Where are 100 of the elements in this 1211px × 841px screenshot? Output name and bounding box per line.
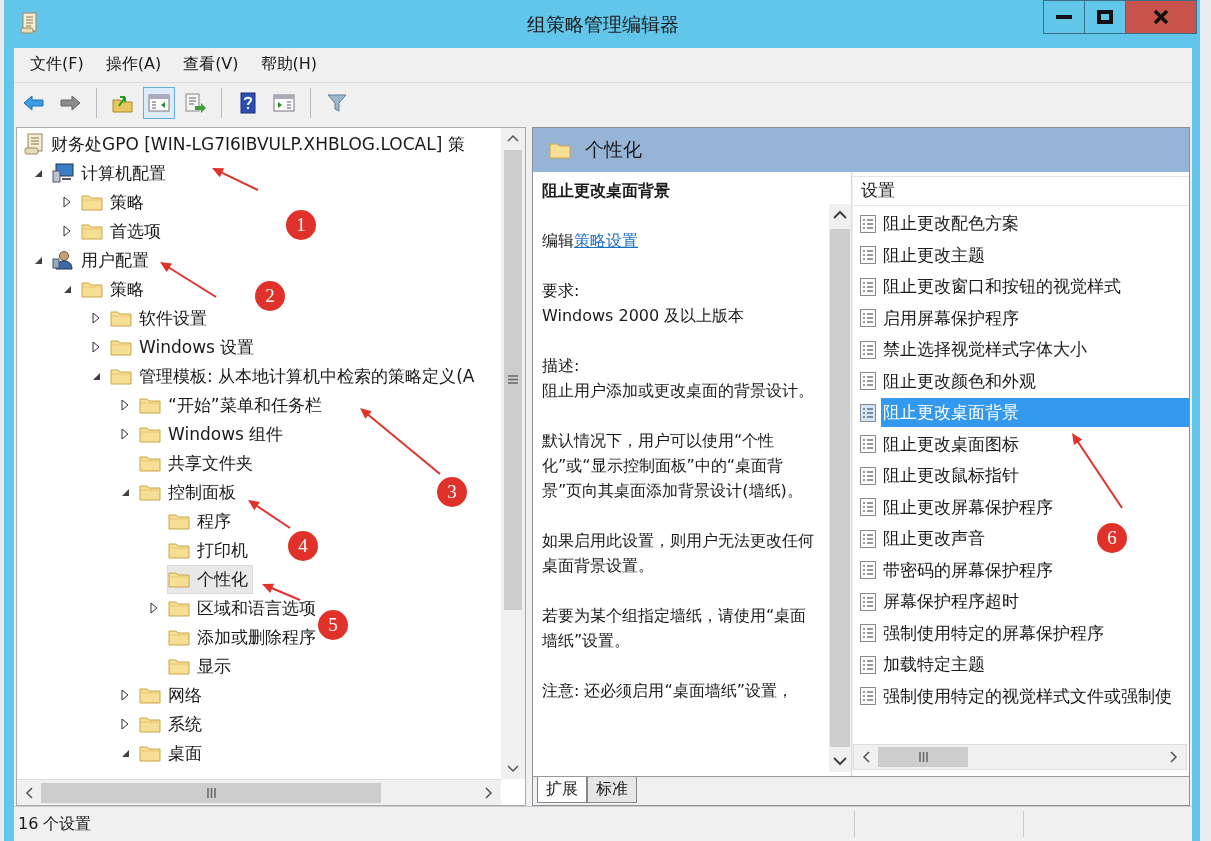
vertical-scrollbar[interactable] xyxy=(829,203,851,773)
maximize-button[interactable] xyxy=(1084,0,1126,34)
setting-item[interactable]: 阻止更改主题 xyxy=(881,240,987,270)
tree-item[interactable]: 系统 xyxy=(138,709,207,739)
expand-triangle-icon[interactable] xyxy=(149,602,159,615)
setting-item[interactable]: 强制使用特定的屏幕保护程序 xyxy=(881,618,1106,648)
tree-item[interactable]: Windows 组件 xyxy=(138,419,289,449)
tree-item[interactable]: 显示 xyxy=(167,651,236,681)
scroll-icon xyxy=(20,12,38,34)
setting-item[interactable]: 阻止更改鼠标指针 xyxy=(881,461,1021,491)
expand-triangle-icon[interactable] xyxy=(120,399,130,412)
description-paragraph: 若要为某个组指定墙纸，请使用“桌面墙纸”设置。 xyxy=(542,604,808,652)
scrollbar-thumb[interactable] xyxy=(878,747,968,768)
action-pane-icon xyxy=(272,91,296,114)
folder-icon xyxy=(81,222,103,241)
horizontal-scrollbar[interactable] xyxy=(17,779,501,806)
scrollbar-thumb[interactable] xyxy=(830,228,850,748)
column-header[interactable]: 设置 xyxy=(853,175,1189,206)
annotation-arrow xyxy=(160,262,217,298)
scrollbar-thumb[interactable] xyxy=(504,149,522,610)
tree-item[interactable]: 策略 xyxy=(80,274,149,304)
setting-icon xyxy=(859,339,877,360)
setting-item[interactable]: 禁止选择视觉样式字体大小 xyxy=(881,335,1089,365)
up-chevron-icon[interactable] xyxy=(833,209,847,219)
close-button[interactable] xyxy=(1125,0,1197,34)
setting-icon xyxy=(859,497,877,518)
setting-item[interactable]: 加载特定主题 xyxy=(881,650,987,680)
panel-title: 个性化 xyxy=(585,136,642,162)
setting-item[interactable]: 屏幕保护程序超时 xyxy=(881,587,1021,617)
setting-item[interactable]: 强制使用特定的视觉样式文件或强制使 xyxy=(881,681,1174,711)
scrollbar-thumb[interactable] xyxy=(41,782,381,803)
setting-item[interactable]: 阻止更改屏幕保护程序 xyxy=(881,492,1055,522)
tree-item[interactable]: 财务处GPO [WIN-LG7I6IBVULP.XHBLOG.LOCAL] 策 xyxy=(23,129,470,159)
expand-triangle-icon[interactable] xyxy=(62,225,72,238)
folder-icon xyxy=(168,512,190,531)
tree-item[interactable]: 网络 xyxy=(138,680,207,710)
expand-triangle-icon[interactable] xyxy=(120,689,130,702)
tree-item[interactable]: 打印机 xyxy=(167,535,253,565)
expand-triangle-icon[interactable] xyxy=(120,718,130,731)
requirements-label: 要求: xyxy=(542,279,581,302)
tree-item[interactable]: 控制面板 xyxy=(138,477,241,507)
vertical-scrollbar[interactable] xyxy=(501,127,525,780)
tree-item[interactable]: 添加或删除程序 xyxy=(167,622,321,652)
right-chevron-icon[interactable] xyxy=(1170,751,1178,764)
folder-icon xyxy=(168,570,190,589)
tree-item[interactable]: 个性化 xyxy=(167,564,253,594)
window-title: 组策略管理编辑器 xyxy=(527,12,679,37)
setting-item[interactable]: 阻止更改桌面图标 xyxy=(881,429,1021,459)
scroll-icon xyxy=(24,133,44,156)
tree-item[interactable]: 用户配置 xyxy=(51,245,154,275)
setting-item[interactable]: 阻止更改窗口和按钮的视觉样式 xyxy=(881,272,1123,302)
folder-icon xyxy=(81,193,103,212)
tree-pane-icon xyxy=(147,91,171,114)
expand-triangle-icon[interactable] xyxy=(120,428,130,441)
setting-icon xyxy=(859,245,877,266)
menu-item[interactable]: 帮助(H) xyxy=(252,52,326,78)
tree-item[interactable]: “开始”菜单和任务栏 xyxy=(138,390,327,420)
menu-item[interactable]: 查看(V) xyxy=(175,52,247,78)
setting-item[interactable]: 阻止更改配色方案 xyxy=(881,209,1021,239)
minimize-button[interactable] xyxy=(1043,0,1085,34)
tree-item[interactable]: 区域和语言选项 xyxy=(167,593,321,623)
right-chevron-icon[interactable] xyxy=(485,786,493,799)
policy-settings-link[interactable]: 策略设置 xyxy=(574,230,638,250)
expand-triangle-icon[interactable] xyxy=(91,341,101,354)
tree-item[interactable]: 策略 xyxy=(80,187,149,217)
horizontal-scrollbar[interactable] xyxy=(853,744,1187,771)
setting-item[interactable]: 带密码的屏幕保护程序 xyxy=(881,555,1055,585)
expand-triangle-icon[interactable] xyxy=(91,312,101,325)
left-chevron-icon[interactable] xyxy=(25,786,33,799)
tree-item[interactable]: 管理模板: 从本地计算机中检索的策略定义(A xyxy=(109,361,480,391)
tree-item[interactable]: 桌面 xyxy=(138,738,207,768)
setting-item[interactable]: 阻止更改颜色和外观 xyxy=(881,366,1038,396)
menu-item[interactable]: 文件(F) xyxy=(22,52,92,78)
setting-icon xyxy=(859,213,877,234)
setting-icon xyxy=(859,654,877,675)
tree-item[interactable]: 软件设置 xyxy=(109,303,212,333)
down-chevron-icon[interactable] xyxy=(507,765,519,774)
tree-item[interactable]: 计算机配置 xyxy=(51,158,171,188)
export-list-icon xyxy=(183,91,207,114)
tree-item[interactable]: 程序 xyxy=(167,506,236,536)
expand-triangle-icon[interactable] xyxy=(62,196,72,209)
left-chevron-icon[interactable] xyxy=(862,751,870,764)
menu-item[interactable]: 操作(A) xyxy=(97,52,170,78)
folder-icon xyxy=(168,657,190,676)
user-icon xyxy=(52,250,74,271)
up-chevron-icon[interactable] xyxy=(507,133,519,142)
tree-item[interactable]: 首选项 xyxy=(80,216,166,246)
grip-icon xyxy=(918,752,928,763)
setting-icon xyxy=(859,276,877,297)
setting-icon xyxy=(859,528,877,549)
setting-icon xyxy=(859,560,877,581)
tree-item[interactable]: Windows 设置 xyxy=(109,332,260,362)
tree-item[interactable]: 共享文件夹 xyxy=(138,448,258,478)
grip-icon xyxy=(508,375,518,385)
setting-item[interactable]: 阻止更改声音 xyxy=(881,524,987,554)
folder-icon xyxy=(139,454,161,473)
setting-item[interactable]: 启用屏幕保护程序 xyxy=(881,303,1021,333)
view-tab[interactable]: 标准 xyxy=(587,777,637,804)
down-chevron-icon[interactable] xyxy=(833,757,847,767)
view-tab[interactable]: 扩展 xyxy=(537,777,587,804)
